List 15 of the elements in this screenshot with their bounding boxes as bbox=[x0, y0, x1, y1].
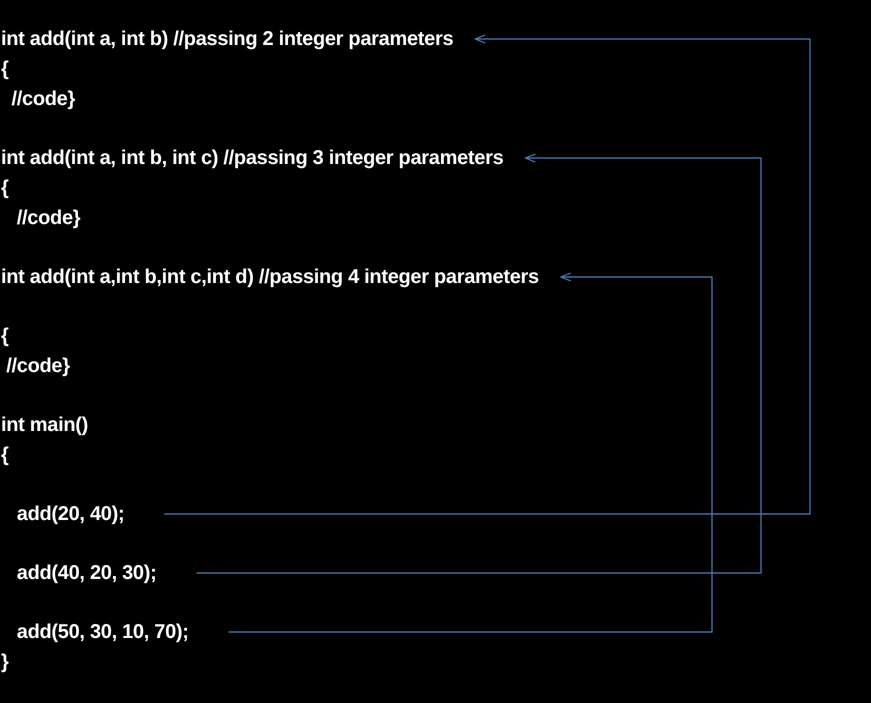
code-line: int add(int a, int b) //passing 2 integer parameters bbox=[0, 27, 454, 52]
code-line: int add(int a, int b, int c) //passing 3 integer parameters bbox=[0, 146, 504, 171]
code-line: { bbox=[0, 57, 8, 82]
code-line: } bbox=[0, 650, 8, 675]
code-line: //code} bbox=[5, 354, 70, 379]
code-line: int add(int a,int b,int c,int d) //passing 4 integer parameters bbox=[0, 265, 539, 290]
code-line: add(50, 30, 10, 70); bbox=[16, 620, 189, 645]
code-line: //code} bbox=[16, 206, 80, 231]
code-line: add(20, 40); bbox=[16, 502, 124, 527]
code-line: { bbox=[0, 176, 8, 201]
code-line: //code} bbox=[10, 87, 75, 112]
code-line: { bbox=[0, 443, 8, 468]
code-line: { bbox=[0, 324, 8, 349]
code-line: add(40, 20, 30); bbox=[16, 561, 156, 586]
code-line: int main() bbox=[0, 413, 88, 438]
